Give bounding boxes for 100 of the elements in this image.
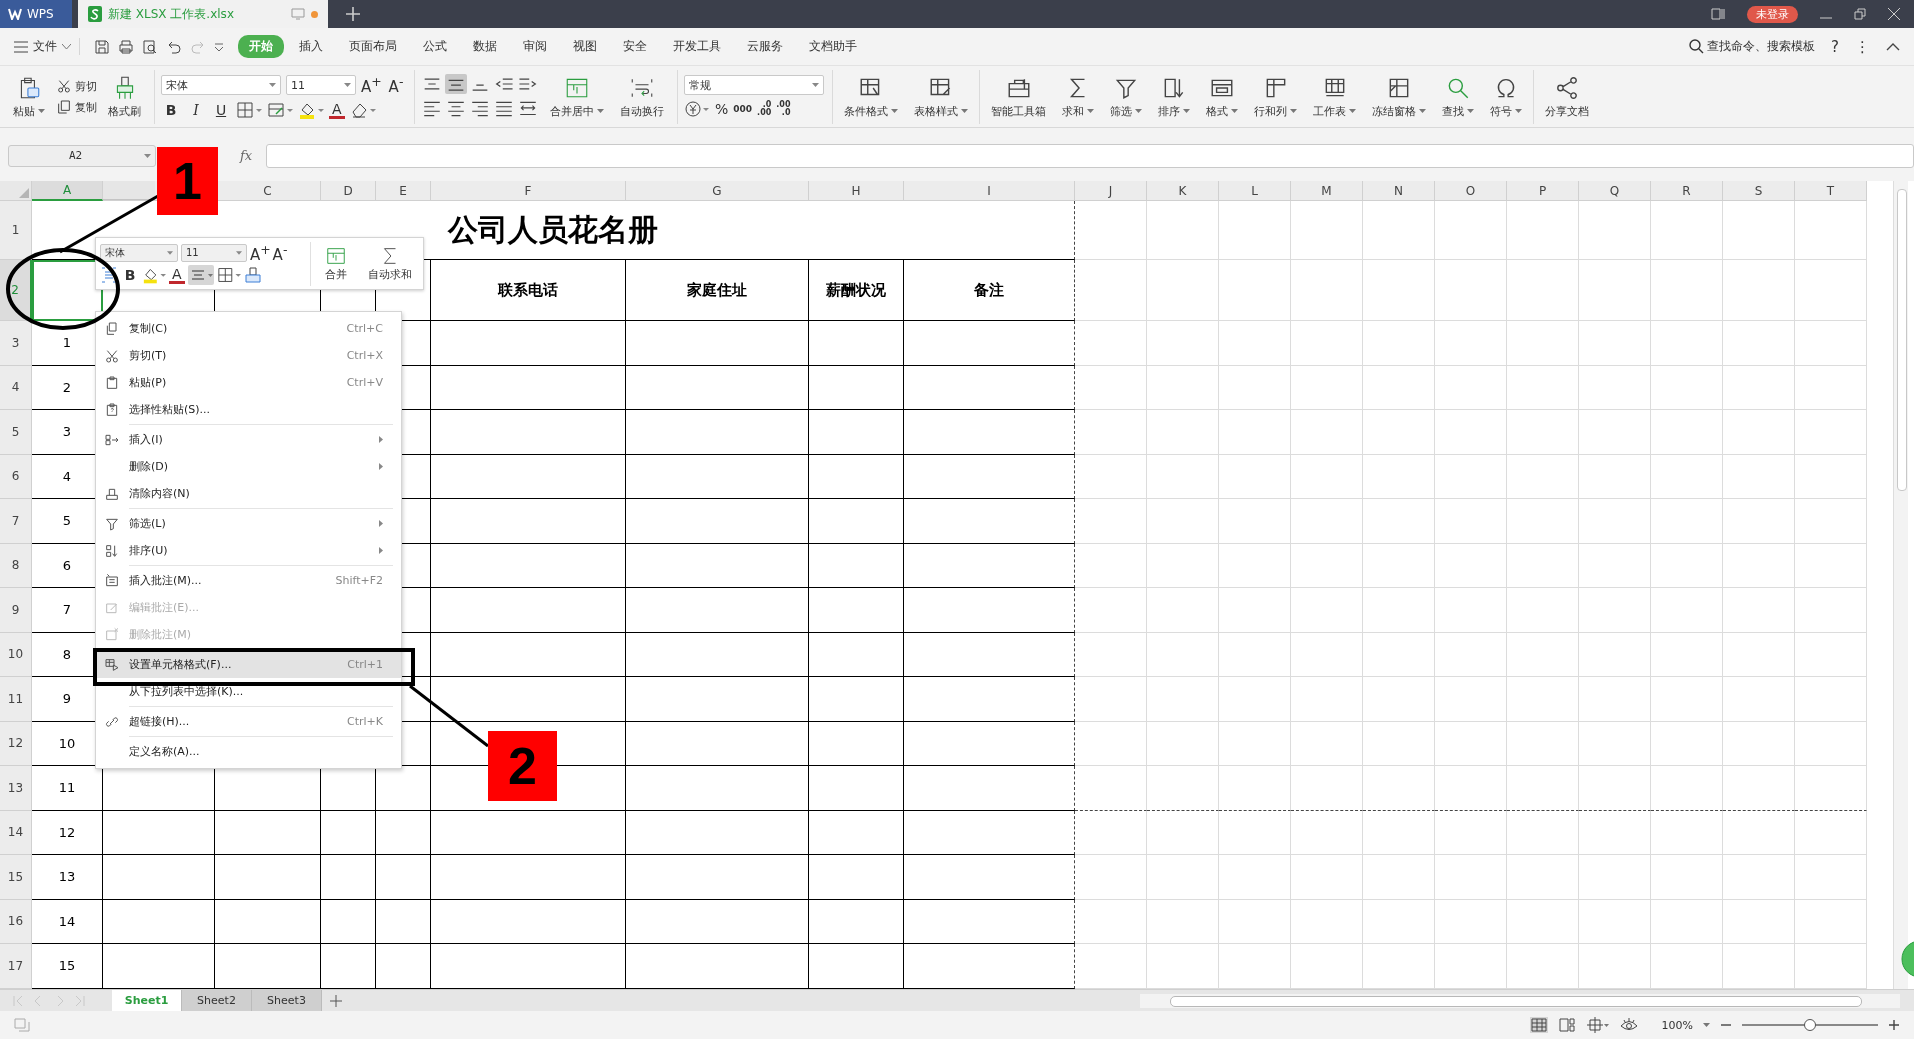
column-header[interactable]: C <box>215 181 321 201</box>
cell-style-icon[interactable] <box>267 101 293 119</box>
column-header[interactable]: G <box>626 181 809 201</box>
column-header[interactable]: E <box>376 181 431 201</box>
ribbon-button[interactable]: 排序 <box>1153 74 1195 119</box>
ribbon-button[interactable]: 查找 <box>1437 74 1479 119</box>
font-color-button[interactable]: A <box>169 266 185 284</box>
font-family-select[interactable]: 宋体 <box>161 75 281 95</box>
file-menu[interactable]: 文件 <box>14 38 80 55</box>
font-style-button[interactable]: I <box>186 102 206 118</box>
borders-icon[interactable] <box>216 266 241 285</box>
column-header[interactable]: Q <box>1579 181 1651 201</box>
ribbon-button[interactable]: 智能工具箱 <box>986 74 1051 119</box>
ribbon-button[interactable]: 表格样式 <box>909 74 973 119</box>
caret-icon[interactable] <box>1703 1023 1710 1027</box>
ribbon-tab[interactable]: 文档助手 <box>798 35 868 58</box>
autosum-button[interactable]: 自动求和 <box>360 245 419 282</box>
row-header[interactable]: 15 <box>0 855 32 900</box>
row-header[interactable]: 9 <box>0 588 32 633</box>
align-icon[interactable] <box>421 99 443 119</box>
format-icon[interactable] <box>100 266 118 285</box>
column-header[interactable]: F <box>431 181 626 201</box>
font-family-select[interactable]: 宋体 <box>100 243 178 262</box>
ribbon-button[interactable]: 分享文档 <box>1540 74 1594 119</box>
row-header[interactable]: 16 <box>0 899 32 944</box>
copy-button[interactable]: 复制 <box>56 99 97 115</box>
font-color-button[interactable]: A <box>329 101 345 119</box>
row-header[interactable]: 14 <box>0 810 32 855</box>
ribbon-tab[interactable]: 开发工具 <box>662 35 732 58</box>
ribbon-tab[interactable]: 数据 <box>462 35 508 58</box>
row-header[interactable]: 12 <box>0 721 32 766</box>
sheet-tab[interactable]: Sheet1 <box>112 990 182 1011</box>
ribbon-button[interactable]: 求和 <box>1057 74 1099 119</box>
column-header[interactable]: D <box>321 181 376 201</box>
column-header[interactable]: M <box>1291 181 1363 201</box>
column-header[interactable]: O <box>1435 181 1507 201</box>
customize-caret-icon[interactable] <box>214 41 224 52</box>
row-header[interactable]: 3 <box>0 321 32 366</box>
ribbon-button[interactable]: 符号 <box>1485 74 1527 119</box>
fill-color-icon[interactable] <box>298 101 324 119</box>
ribbon-button[interactable]: 工作表 <box>1308 74 1361 119</box>
ribbon-button[interactable]: 行和列 <box>1249 74 1302 119</box>
increase-font-button[interactable]: A$^{+}$ <box>250 241 268 264</box>
paste-button[interactable]: 粘贴 <box>8 74 50 119</box>
decrease-font-button[interactable]: A$^{-}$ <box>386 74 406 96</box>
print-icon[interactable] <box>118 38 134 55</box>
horizontal-scrollbar[interactable] <box>1140 993 1900 1008</box>
print-preview-icon[interactable] <box>142 38 158 55</box>
eye-icon[interactable] <box>1619 1017 1638 1033</box>
row-header[interactable]: 1 <box>0 201 32 260</box>
column-header[interactable]: N <box>1363 181 1435 201</box>
column-header[interactable]: P <box>1507 181 1579 201</box>
app-tab[interactable]: WPS <box>0 0 72 28</box>
align-icon[interactable] <box>445 99 467 119</box>
align-icon[interactable] <box>493 99 515 119</box>
sheet-tab[interactable]: Sheet3 <box>252 990 322 1011</box>
ribbon-tab[interactable]: 页面布局 <box>338 35 408 58</box>
font-size-select[interactable]: 11 <box>181 243 247 262</box>
row-header[interactable]: 6 <box>0 454 32 499</box>
ribbon-button[interactable]: 条件格式 <box>839 74 903 119</box>
row-header[interactable]: 5 <box>0 410 32 455</box>
column-header[interactable]: J <box>1075 181 1147 201</box>
borders-icon[interactable] <box>236 101 262 119</box>
number-format-select[interactable]: 常规 <box>684 75 824 95</box>
ribbon-tab[interactable]: 云服务 <box>736 35 794 58</box>
save-icon[interactable] <box>94 38 110 55</box>
cut-button[interactable]: 剪切 <box>56 78 97 94</box>
row-header[interactable]: 4 <box>0 365 32 410</box>
ribbon-button[interactable]: 筛选 <box>1105 74 1147 119</box>
row-header[interactable]: 8 <box>0 543 32 588</box>
zoom-level[interactable]: 100% <box>1661 1018 1693 1032</box>
decrease-font-button[interactable]: A$^{-}$ <box>271 241 289 264</box>
row-header[interactable]: 11 <box>0 677 32 722</box>
normal-view-icon[interactable] <box>1529 1017 1548 1033</box>
ribbon-tab[interactable]: 安全 <box>612 35 658 58</box>
ribbon-button[interactable]: 冻结窗格 <box>1367 74 1431 119</box>
window-layout-icon[interactable] <box>1711 8 1725 20</box>
column-header[interactable]: I <box>904 181 1075 201</box>
wrap-text-button[interactable]: 自动换行 <box>615 74 669 119</box>
format-painter-button[interactable]: 格式刷 <box>103 74 146 119</box>
align-center-icon[interactable] <box>187 265 214 286</box>
column-header[interactable]: S <box>1723 181 1795 201</box>
bold-button[interactable]: B <box>121 267 139 284</box>
currency-icon[interactable] <box>684 100 710 118</box>
merge-center-button[interactable]: 合并居中 <box>545 74 609 119</box>
increase-decimal-button[interactable]: .0 .00 <box>757 101 772 117</box>
collapse-ribbon-icon[interactable] <box>1886 42 1900 51</box>
vertical-scrollbar[interactable] <box>1893 181 1908 989</box>
formula-input[interactable] <box>266 143 1914 168</box>
align-icon[interactable] <box>445 74 467 94</box>
row-header[interactable]: 7 <box>0 499 32 544</box>
ribbon-tab[interactable]: 审阅 <box>512 35 558 58</box>
increase-font-button[interactable]: A$^{+}$ <box>361 74 381 96</box>
font-size-select[interactable]: 11 <box>286 75 356 95</box>
align-icon[interactable] <box>469 99 491 119</box>
menu-item[interactable]: 设置单元格格式(F)... Ctrl+1 <box>96 651 401 678</box>
ribbon-tab[interactable]: 公式 <box>412 35 458 58</box>
column-header[interactable]: T <box>1795 181 1867 201</box>
zoom-slider-thumb[interactable] <box>1804 1019 1816 1031</box>
ribbon-tab[interactable]: 视图 <box>562 35 608 58</box>
